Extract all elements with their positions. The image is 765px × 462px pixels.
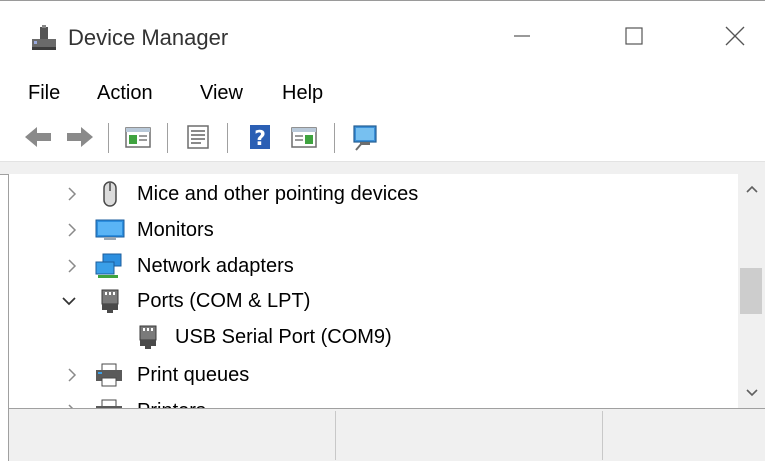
toolbar-separator (227, 123, 228, 153)
minimize-icon (514, 35, 530, 37)
tree-item-label: Mice and other pointing devices (137, 183, 419, 205)
chevron-right-icon[interactable] (64, 222, 80, 238)
mouse-icon (97, 181, 123, 207)
forward-arrow-icon[interactable] (64, 121, 96, 153)
tree-item-label: Ports (COM & LPT) (137, 290, 311, 312)
status-pane-2 (336, 409, 601, 462)
tree-item-print-queues[interactable]: Print queues (9, 357, 739, 393)
chevron-up-icon (745, 185, 758, 193)
menu-file[interactable]: File (28, 79, 60, 107)
status-bar (8, 408, 765, 461)
vertical-scrollbar[interactable] (738, 174, 765, 408)
action-pane-icon[interactable] (288, 121, 320, 153)
show-hide-console-tree-icon[interactable] (122, 121, 154, 153)
menu-view[interactable]: View (200, 79, 243, 107)
chevron-right-icon[interactable] (64, 186, 80, 202)
toolbar-separator (108, 123, 109, 153)
device-tree[interactable]: Mice and other pointing devices Monitors (8, 174, 739, 408)
device-manager-window: Device Manager File Action View Help ? M… (0, 0, 765, 461)
maximize-button[interactable] (604, 11, 664, 61)
tree-item-label: Network adapters (137, 255, 294, 277)
help-icon[interactable]: ? (244, 121, 276, 153)
close-icon (725, 26, 745, 46)
status-pane-3 (603, 409, 763, 462)
window-title: Device Manager (68, 25, 229, 50)
menu-action[interactable]: Action (97, 79, 153, 107)
device-manager-app-icon (30, 23, 58, 53)
tree-item-label: Printers (137, 397, 206, 408)
toolbar: ? (0, 113, 765, 161)
tree-item-label: Monitors (137, 219, 214, 241)
svg-text:?: ? (254, 126, 266, 150)
toolbar-separator (167, 123, 168, 153)
toolbar-separator (334, 123, 335, 153)
menu-help[interactable]: Help (282, 79, 323, 107)
chevron-down-icon (745, 389, 758, 397)
minimize-button[interactable] (492, 11, 552, 61)
monitor-icon (95, 217, 125, 243)
tree-item-printers[interactable]: Printers (9, 393, 739, 408)
port-icon (97, 288, 123, 314)
maximize-icon (625, 27, 643, 45)
chevron-right-icon[interactable] (64, 367, 80, 383)
tree-item-usb-serial-port[interactable]: USB Serial Port (COM9) (9, 319, 739, 355)
tree-item-ports[interactable]: Ports (COM & LPT) (9, 283, 739, 319)
scan-hardware-changes-icon[interactable] (350, 121, 382, 153)
properties-icon[interactable] (182, 121, 214, 153)
title-bar[interactable]: Device Manager (0, 1, 765, 75)
scrollbar-thumb[interactable] (740, 268, 762, 314)
tree-item-label: Print queues (137, 364, 250, 386)
printer-icon (95, 362, 122, 388)
menu-bar: File Action View Help (0, 75, 765, 113)
printer-icon (95, 398, 122, 408)
tree-item-monitors[interactable]: Monitors (9, 212, 739, 248)
close-button[interactable] (705, 11, 765, 61)
status-pane-1 (9, 409, 334, 462)
port-icon (135, 324, 161, 350)
network-adapter-icon (95, 253, 122, 279)
tree-item-network-adapters[interactable]: Network adapters (9, 248, 739, 284)
back-arrow-icon[interactable] (22, 121, 54, 153)
tree-item-mice[interactable]: Mice and other pointing devices (9, 176, 739, 212)
scroll-down-button[interactable] (738, 378, 765, 408)
scroll-up-button[interactable] (738, 174, 765, 204)
tree-item-label: USB Serial Port (COM9) (175, 326, 392, 348)
chevron-right-icon[interactable] (64, 258, 80, 274)
chevron-down-icon[interactable] (61, 293, 77, 309)
toolbar-band (0, 161, 765, 175)
